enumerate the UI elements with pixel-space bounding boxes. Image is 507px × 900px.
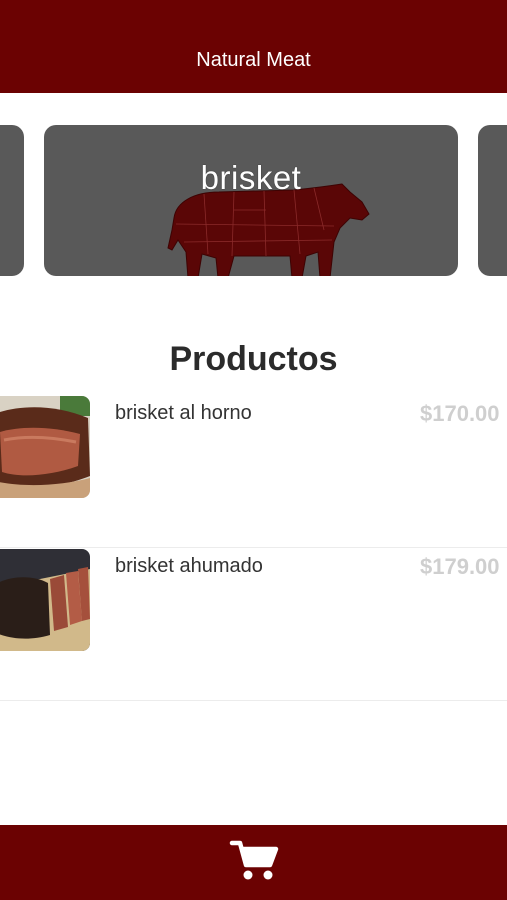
app-header: Natural Meat — [0, 0, 507, 93]
category-label: brisket — [200, 159, 302, 196]
product-name: brisket ahumado — [115, 555, 263, 577]
product-image-oven-brisket — [0, 396, 90, 498]
product-price: $179.00 — [420, 554, 500, 579]
product-price: $170.00 — [420, 401, 500, 426]
cart-button[interactable] — [228, 837, 280, 881]
product-row[interactable]: brisket ahumado $179.00 — [0, 549, 507, 701]
bottom-nav — [0, 825, 507, 900]
category-card-previous[interactable] — [0, 125, 24, 276]
app-title: Natural Meat — [196, 49, 311, 71]
cart-icon — [229, 840, 279, 880]
product-image-smoked-brisket — [0, 549, 90, 651]
category-card-brisket[interactable]: brisket — [44, 125, 458, 276]
category-carousel[interactable]: brisket — [0, 93, 507, 293]
products-heading: Productos — [169, 340, 338, 378]
category-card-next[interactable] — [478, 125, 507, 276]
product-row[interactable]: brisket al horno $170.00 — [0, 396, 507, 548]
product-name: brisket al horno — [115, 402, 252, 424]
